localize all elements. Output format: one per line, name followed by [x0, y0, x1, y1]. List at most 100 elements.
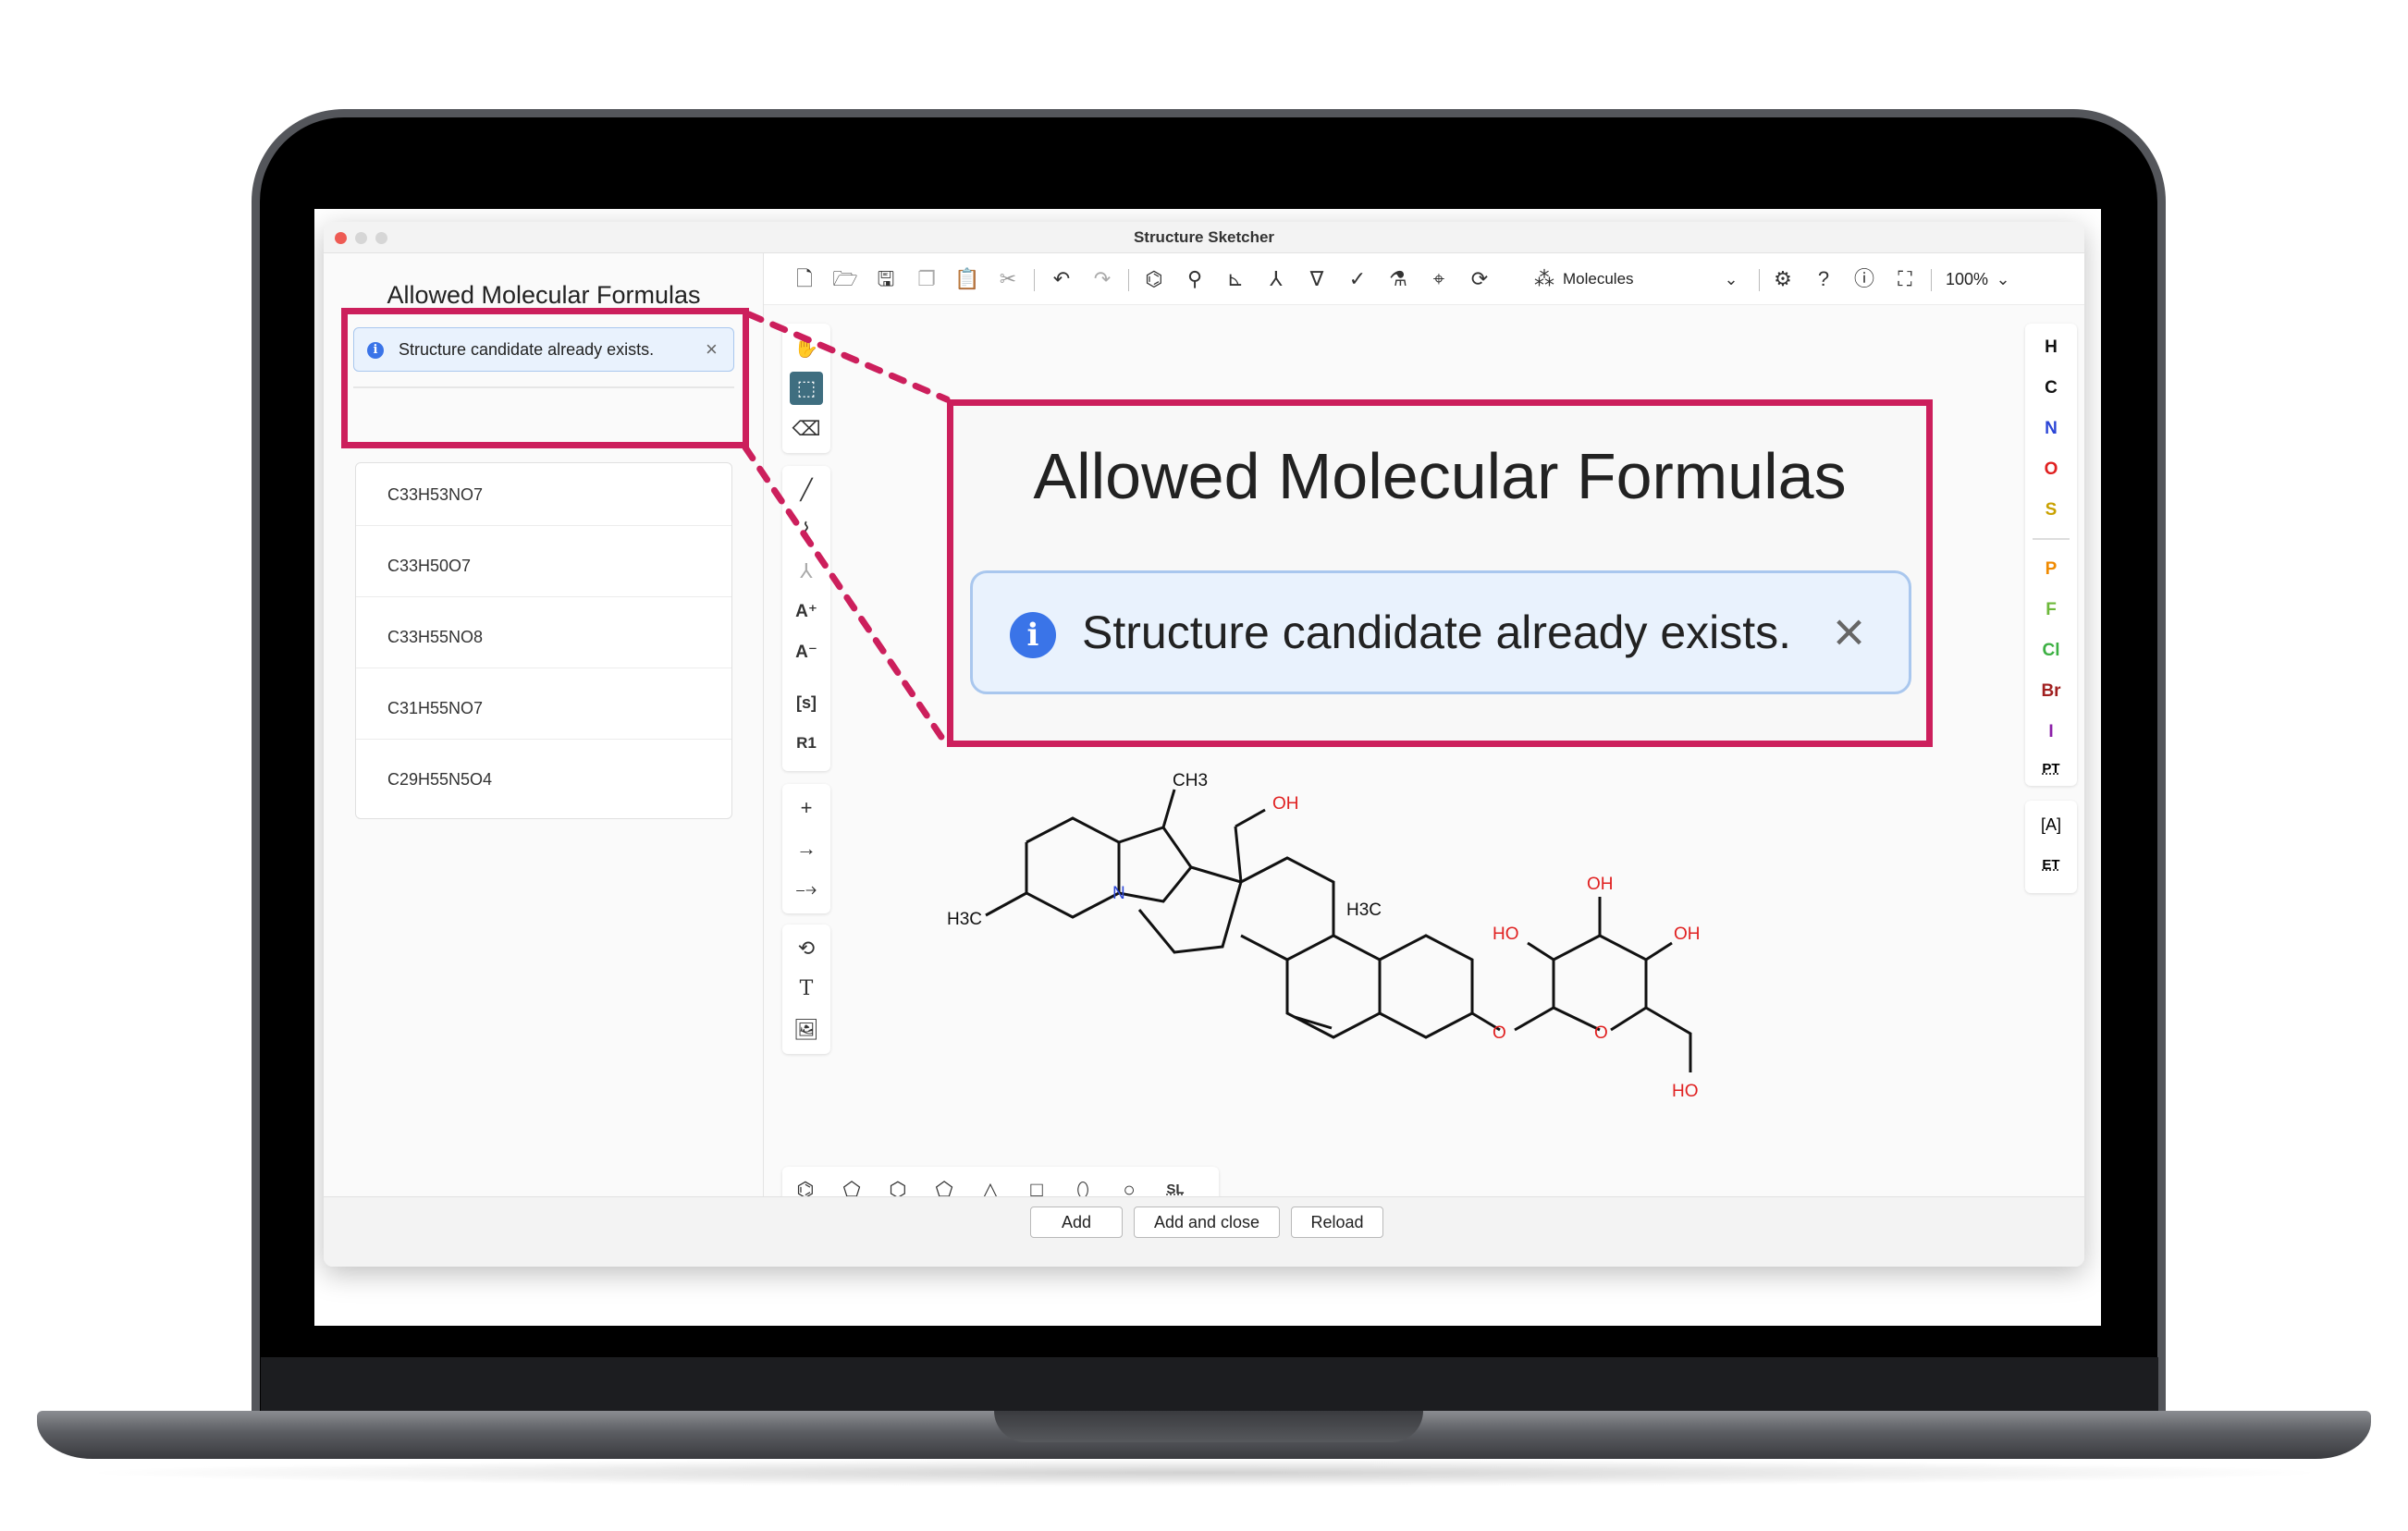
close-icon[interactable]: × [1833, 573, 1865, 692]
toolbar-separator [1034, 269, 1035, 291]
add-and-close-button[interactable]: Add and close [1134, 1206, 1280, 1238]
text-atom-icon[interactable]: [A] [2025, 804, 2077, 845]
formulas-title: Allowed Molecular Formulas [387, 281, 701, 309]
element-group: H C N O S P F Cl Br I PT [2025, 324, 2077, 786]
label-oxygen: O [1594, 1023, 1608, 1043]
list-item[interactable]: C33H53NO7 [356, 463, 731, 526]
label-oh: OH [1272, 794, 1299, 814]
zoomed-formulas-title: Allowed Molecular Formulas [1033, 440, 1847, 512]
tool-group-misc: ⟲ T 🖼 [782, 925, 830, 1054]
stereo-icon[interactable]: ∇ [1304, 266, 1330, 292]
toolbar-separator [1931, 269, 1932, 291]
info-icon: i [1010, 612, 1056, 658]
help-icon[interactable]: ? [1811, 266, 1837, 292]
label-h3c: H3C [947, 910, 982, 929]
element-p[interactable]: P [2025, 549, 2077, 590]
calculate-icon[interactable]: ⚗ [1385, 266, 1411, 292]
charge-plus-icon[interactable]: A⁺ [782, 592, 830, 632]
title-bar: Structure Sketcher [324, 222, 2084, 253]
redo-icon[interactable]: ↷ [1089, 266, 1115, 292]
chain-icon[interactable]: ⌇ [782, 510, 830, 551]
bond [1645, 1006, 1692, 1072]
bond-icon[interactable]: ╱ [782, 470, 830, 510]
clean-icon[interactable]: ⚲ [1182, 266, 1208, 292]
open-file-icon[interactable]: 🗁 [832, 266, 858, 292]
element-n[interactable]: N [2025, 409, 2077, 449]
element-cl[interactable]: Cl [2025, 631, 2077, 671]
element-c[interactable]: C [2025, 368, 2077, 409]
bond-ring [1379, 934, 1474, 1039]
zoomed-duplicate-notice: i Structure candidate already exists. × [970, 570, 1911, 694]
window-title: Structure Sketcher [1133, 228, 1275, 246]
bond-ring [1118, 826, 1193, 903]
paste-icon[interactable]: 📋 [954, 266, 980, 292]
element-divider [2033, 538, 2070, 540]
undo-icon[interactable]: ↶ [1049, 266, 1075, 292]
periodic-table-icon[interactable]: PT [2025, 749, 2077, 790]
bond-ring [1025, 816, 1121, 919]
zoom-level[interactable]: 100% [1946, 253, 1988, 305]
layout-icon[interactable]: ⌬ [1141, 266, 1167, 292]
mode-selector-label[interactable]: Molecules [1563, 253, 1634, 305]
molecule-atom-labels: CH3 OH H3C N H3C O O HO OH OH HO [947, 771, 1701, 1101]
charge-minus-icon[interactable]: A⁻ [782, 632, 830, 673]
about-icon[interactable]: ⓘ [1851, 266, 1877, 292]
element-o[interactable]: O [2025, 449, 2077, 490]
list-item[interactable]: C33H50O7 [356, 534, 731, 597]
text-icon[interactable]: T [782, 969, 830, 1010]
list-item[interactable]: C29H55N5O4 [356, 748, 731, 811]
toolbar-separator [1128, 269, 1129, 291]
rgroup-icon[interactable]: ⅄ [782, 551, 830, 592]
left-toolbar: ✋ ⬚ ⌫ ╱ ⌇ ⅄ A⁺ A⁻ [s] R1 + → ⤍ ⟲ T 🖼 [782, 324, 834, 1063]
fullscreen-icon[interactable]: ⛶ [1892, 266, 1918, 292]
element-f[interactable]: F [2025, 590, 2077, 631]
extended-table-icon[interactable]: ET [2025, 845, 2077, 886]
image-icon[interactable]: 🖼 [782, 1010, 830, 1050]
rotate-icon[interactable]: ⟲ [782, 928, 830, 969]
molecules-icon: ⁂ [1534, 267, 1554, 290]
chevron-down-icon[interactable]: ⌄ [1718, 266, 1744, 292]
zoomed-notice-text: Structure candidate already exists. [1082, 606, 1792, 658]
element-extras-group: [A] ET [2025, 801, 2077, 893]
action-bar: Add Add and close Reload [324, 1196, 2084, 1267]
element-h[interactable]: H [2025, 327, 2077, 368]
selection-icon[interactable]: ⬚ [782, 368, 830, 409]
copy-icon[interactable]: ❐ [914, 266, 940, 292]
label-h3c: H3C [1346, 900, 1382, 920]
aromatize-icon[interactable]: ⊾ [1222, 266, 1248, 292]
save-icon[interactable]: 🖫 [873, 266, 899, 292]
hand-icon[interactable]: ✋ [782, 327, 830, 368]
laptop-notch [994, 1411, 1423, 1442]
sgroup-icon[interactable]: [s] [782, 682, 830, 723]
recognize-icon[interactable]: ⌖ [1426, 266, 1452, 292]
list-item[interactable]: C33H55NO8 [356, 606, 731, 668]
new-file-icon[interactable]: 🗋 [792, 266, 817, 292]
element-i[interactable]: I [2025, 712, 2077, 753]
list-item[interactable]: C31H55NO7 [356, 677, 731, 740]
molecule-drawing[interactable]: CH3 OH H3C N H3C O O HO OH OH HO [925, 758, 1757, 1109]
rgroup-label-icon[interactable]: R1 [782, 723, 830, 764]
chevron-down-icon[interactable]: ⌄ [1990, 266, 2016, 292]
bond-ring [1137, 865, 1243, 954]
reload-button[interactable]: Reload [1291, 1206, 1383, 1238]
formula-list: C33H53NO7 C33H50O7 C33H55NO8 C31H55NO7 C… [355, 462, 732, 819]
element-s[interactable]: S [2025, 490, 2077, 531]
element-br[interactable]: Br [2025, 671, 2077, 712]
check-icon[interactable]: ✓ [1345, 266, 1370, 292]
label-nitrogen: N [1112, 884, 1125, 903]
highlight-frame [341, 308, 749, 448]
molecule-bonds [985, 789, 1692, 1072]
plus-icon[interactable]: + [782, 788, 830, 828]
eraser-icon[interactable]: ⌫ [782, 409, 830, 449]
mapping-icon[interactable]: ⤍ [782, 869, 830, 910]
3d-view-icon[interactable]: ⟳ [1467, 266, 1493, 292]
dearomatize-icon[interactable]: ⅄ [1263, 266, 1289, 292]
bond [1514, 1006, 1601, 1032]
label-ho: HO [1672, 1082, 1699, 1101]
cut-icon[interactable]: ✂ [995, 266, 1021, 292]
gear-icon[interactable]: ⚙ [1770, 266, 1796, 292]
add-button[interactable]: Add [1030, 1206, 1123, 1238]
bond [1527, 941, 1554, 961]
zoomed-callout: Allowed Molecular Formulas i Structure c… [947, 399, 1933, 747]
arrow-icon[interactable]: → [782, 828, 830, 869]
